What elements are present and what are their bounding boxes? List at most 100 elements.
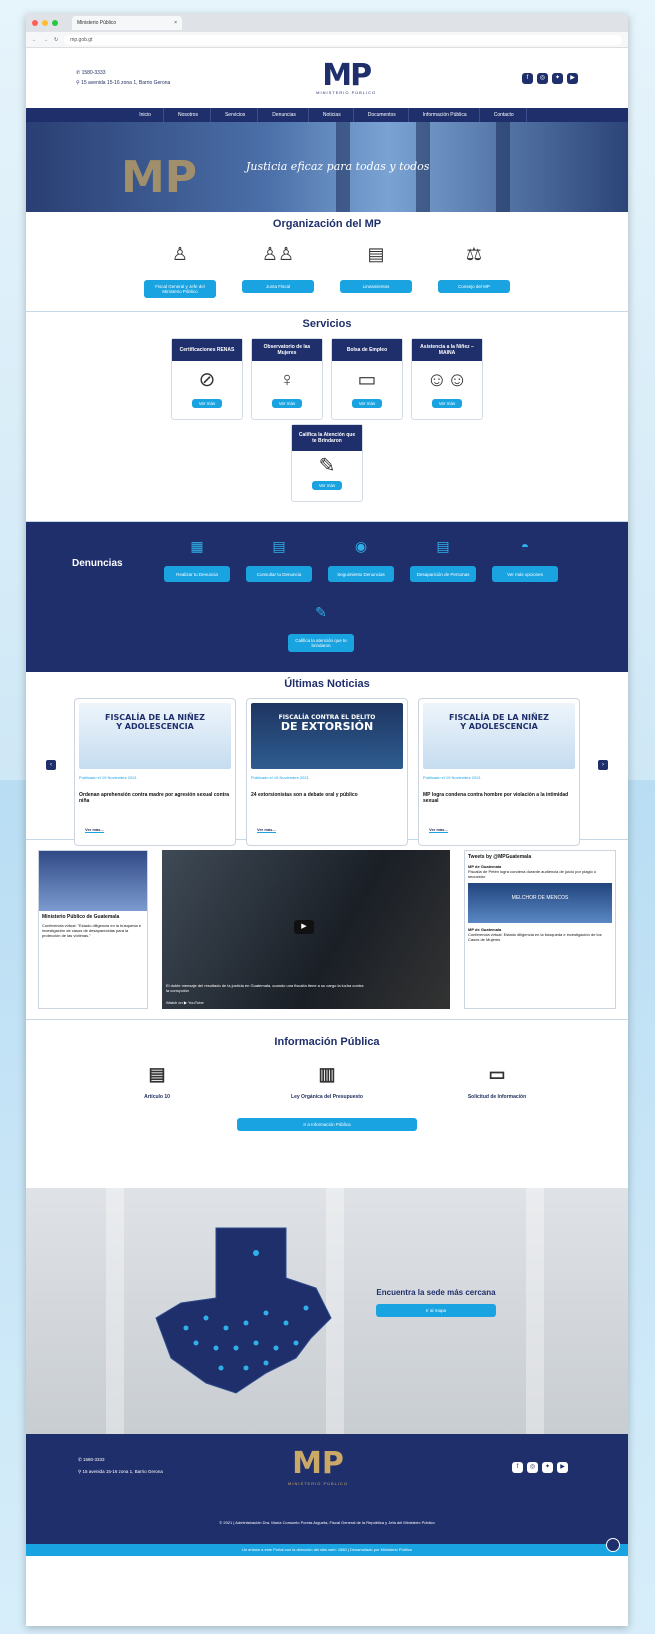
public-info-label: Ley Orgánica del Presupuesto: [291, 1094, 363, 1100]
guatemala-map[interactable]: [146, 1208, 346, 1408]
news-headline[interactable]: 24 extorsionistas son a debate oral y pú…: [251, 792, 403, 798]
back-icon[interactable]: ←: [32, 37, 37, 43]
nav-item-noticias[interactable]: Noticias: [311, 108, 354, 122]
news-headline[interactable]: MP logra condena contra hombre por viola…: [423, 792, 575, 804]
service-card-title: Bolsa de Empleo: [332, 339, 402, 361]
address-bar: ← → ↻ mp.gob.gt: [26, 32, 628, 48]
nav-item-nosotros[interactable]: Nosotros: [166, 108, 211, 122]
service-card-title: Certificaciones RENAS: [172, 339, 242, 361]
facebook-icon[interactable]: f: [522, 72, 533, 84]
denuncia-item: ◉ Seguimiento Denuncias: [328, 538, 394, 582]
service-more-button[interactable]: Ver más: [352, 399, 382, 408]
minimize-window-icon[interactable]: [42, 20, 48, 26]
nav-item-contacto[interactable]: Contacto: [482, 108, 527, 122]
org-button[interactable]: Junta Fiscal: [242, 280, 314, 293]
youtube-watch-link[interactable]: Watch on ▶ YouTube: [166, 1000, 204, 1005]
service-card-title: Califica la Atención que te Brindaron: [292, 425, 362, 451]
public-info-title: Información Pública: [274, 1036, 380, 1048]
news-card[interactable]: FISCALÍA DE LA NIÑEZ Y ADOLESCENCIA Publ…: [74, 698, 236, 846]
tweet-image[interactable]: MELCHOR DE MENCOS: [468, 883, 612, 923]
facebook-cover[interactable]: [39, 851, 147, 911]
nav-item-inicio[interactable]: Inicio: [127, 108, 164, 122]
nearest-office: Encuentra la sede más cercana Ir al mapa: [376, 1288, 496, 1317]
youtube-icon[interactable]: ▶: [557, 1462, 568, 1473]
org-button[interactable]: Fiscal General y Jefe del Ministerio Púb…: [144, 280, 216, 298]
youtube-icon[interactable]: ▶: [567, 72, 578, 84]
facebook-page-name[interactable]: Ministerio Público de Guatemala: [39, 911, 147, 923]
missing-icon: ▤: [436, 538, 450, 554]
public-info-button[interactable]: Ir a Información Pública: [237, 1118, 417, 1131]
prev-arrow-icon[interactable]: ‹: [46, 760, 56, 770]
nav-item-servicios[interactable]: Servicios: [213, 108, 259, 122]
nav-item-informacion-publica[interactable]: Información Pública: [411, 108, 480, 122]
council-icon: ⚖: [465, 244, 483, 264]
footer-bottom-bar: Un enlace a este Portal con la dirección…: [26, 1544, 628, 1556]
next-arrow-icon[interactable]: ›: [598, 760, 608, 770]
news-more-link[interactable]: Ver más...: [85, 827, 104, 833]
public-info-item[interactable]: ▥ Ley Orgánica del Presupuesto: [277, 1064, 377, 1100]
news-title: Últimas Noticias: [284, 678, 370, 690]
service-more-button[interactable]: Ver más: [312, 481, 342, 490]
news-more-link[interactable]: Ver más...: [257, 827, 276, 833]
nav-item-documentos[interactable]: Documentos: [356, 108, 409, 122]
main-nav: Inicio Nosotros Servicios Denuncias Noti…: [26, 108, 628, 122]
news-date: Publicado el 19 Noviembre 2021: [251, 775, 309, 780]
denuncia-button[interactable]: Ver más opciones: [492, 566, 558, 582]
news-card[interactable]: FISCALÍA DE LA NIÑEZ Y ADOLESCENCIA Publ…: [418, 698, 580, 846]
denuncia-button[interactable]: Seguimiento Denuncias: [328, 566, 394, 582]
browser-tabbar: Ministerio Público ×: [26, 14, 628, 32]
instagram-icon[interactable]: ◎: [537, 72, 548, 84]
close-window-icon[interactable]: [32, 20, 38, 26]
public-info-item[interactable]: ▤ Artículo 10: [107, 1064, 207, 1100]
services-title: Servicios: [302, 318, 352, 330]
denuncia-rate-button[interactable]: Califica la atención que te brindaron: [288, 634, 354, 652]
site-header: ✆ 1580-3333 ⚲ 15 avenida 15-16 zona 1, B…: [26, 48, 628, 108]
footer-socials: f ◎ ✦ ▶: [512, 1462, 568, 1473]
org-button[interactable]: Consejo del MP: [438, 280, 510, 293]
service-more-button[interactable]: Ver más: [272, 399, 302, 408]
instagram-icon[interactable]: ◎: [527, 1462, 538, 1473]
person-icon: ♙: [171, 244, 189, 264]
browser-tab[interactable]: Ministerio Público ×: [72, 16, 182, 30]
news-date: Publicado el 19 Noviembre 2021: [423, 775, 481, 780]
news-image-title: FISCALÍA DE LA NIÑEZ: [449, 713, 549, 722]
facebook-icon[interactable]: f: [512, 1462, 523, 1473]
rating-icon: ✎: [318, 455, 336, 477]
news-headline[interactable]: Ordenan aprehensión contra madre por agr…: [79, 792, 231, 804]
twitter-icon[interactable]: ✦: [542, 1462, 553, 1473]
news-card[interactable]: FISCALÍA CONTRA EL DELITO DE EXTORSIÓN P…: [246, 698, 408, 846]
video-caption: El doble mensaje del resultado de la jus…: [166, 983, 364, 993]
map-button[interactable]: Ir al mapa: [376, 1304, 496, 1317]
footer-phone: 1580-3333: [83, 1457, 105, 1462]
url-field[interactable]: mp.gob.gt: [64, 34, 622, 45]
news-image: FISCALÍA DE LA NIÑEZ Y ADOLESCENCIA: [79, 703, 231, 769]
denuncias-section: Denuncias ▦ Realizar tu Denuncia ▤ Consu…: [26, 522, 628, 672]
public-info-item[interactable]: ▭ Solicitud de Información: [447, 1064, 547, 1100]
service-more-button[interactable]: Ver más: [192, 399, 222, 408]
news-image-title: FISCALÍA DE LA NIÑEZ: [105, 713, 205, 722]
org-button[interactable]: Lineamientos: [340, 280, 412, 293]
denuncia-button[interactable]: Consultar tu Denuncia: [246, 566, 312, 582]
footer-logo[interactable]: MP MINISTERIO PÚBLICO: [288, 1446, 348, 1486]
chat-icon[interactable]: [606, 1538, 620, 1552]
news-more-link[interactable]: Ver más...: [429, 827, 448, 833]
briefcase-icon: ▭: [357, 369, 377, 391]
service-card: Asistencia a la Niñez – MAINA ☺☺ Ver más: [411, 338, 483, 420]
tab-close-icon[interactable]: ×: [174, 20, 177, 26]
play-icon[interactable]: ▶: [294, 920, 314, 934]
denuncia-button[interactable]: Desaparición de Personas: [410, 566, 476, 582]
nav-item-denuncias[interactable]: Denuncias: [260, 108, 309, 122]
twitter-icon[interactable]: ✦: [552, 72, 563, 84]
org-title: Organización del MP: [272, 218, 382, 230]
forward-icon[interactable]: →: [43, 37, 48, 43]
maximize-window-icon[interactable]: [52, 20, 58, 26]
video-player[interactable]: ▶ El doble mensaje del resultado de la j…: [162, 850, 450, 1009]
tweets-header[interactable]: Tweets by @MPGuatemala: [468, 854, 612, 860]
public-info-label: Artículo 10: [144, 1094, 170, 1100]
site-logo[interactable]: MP MINISTERIO PÚBLICO: [316, 60, 376, 95]
footer-contact: ✆ 1580-3333 ⚲ 15 avenida 15-16 zona 1, B…: [78, 1454, 163, 1478]
denuncia-button[interactable]: Realizar tu Denuncia: [164, 566, 230, 582]
service-card-title: Asistencia a la Niñez – MAINA: [412, 339, 482, 361]
reload-icon[interactable]: ↻: [54, 37, 58, 43]
service-more-button[interactable]: Ver más: [432, 399, 462, 408]
